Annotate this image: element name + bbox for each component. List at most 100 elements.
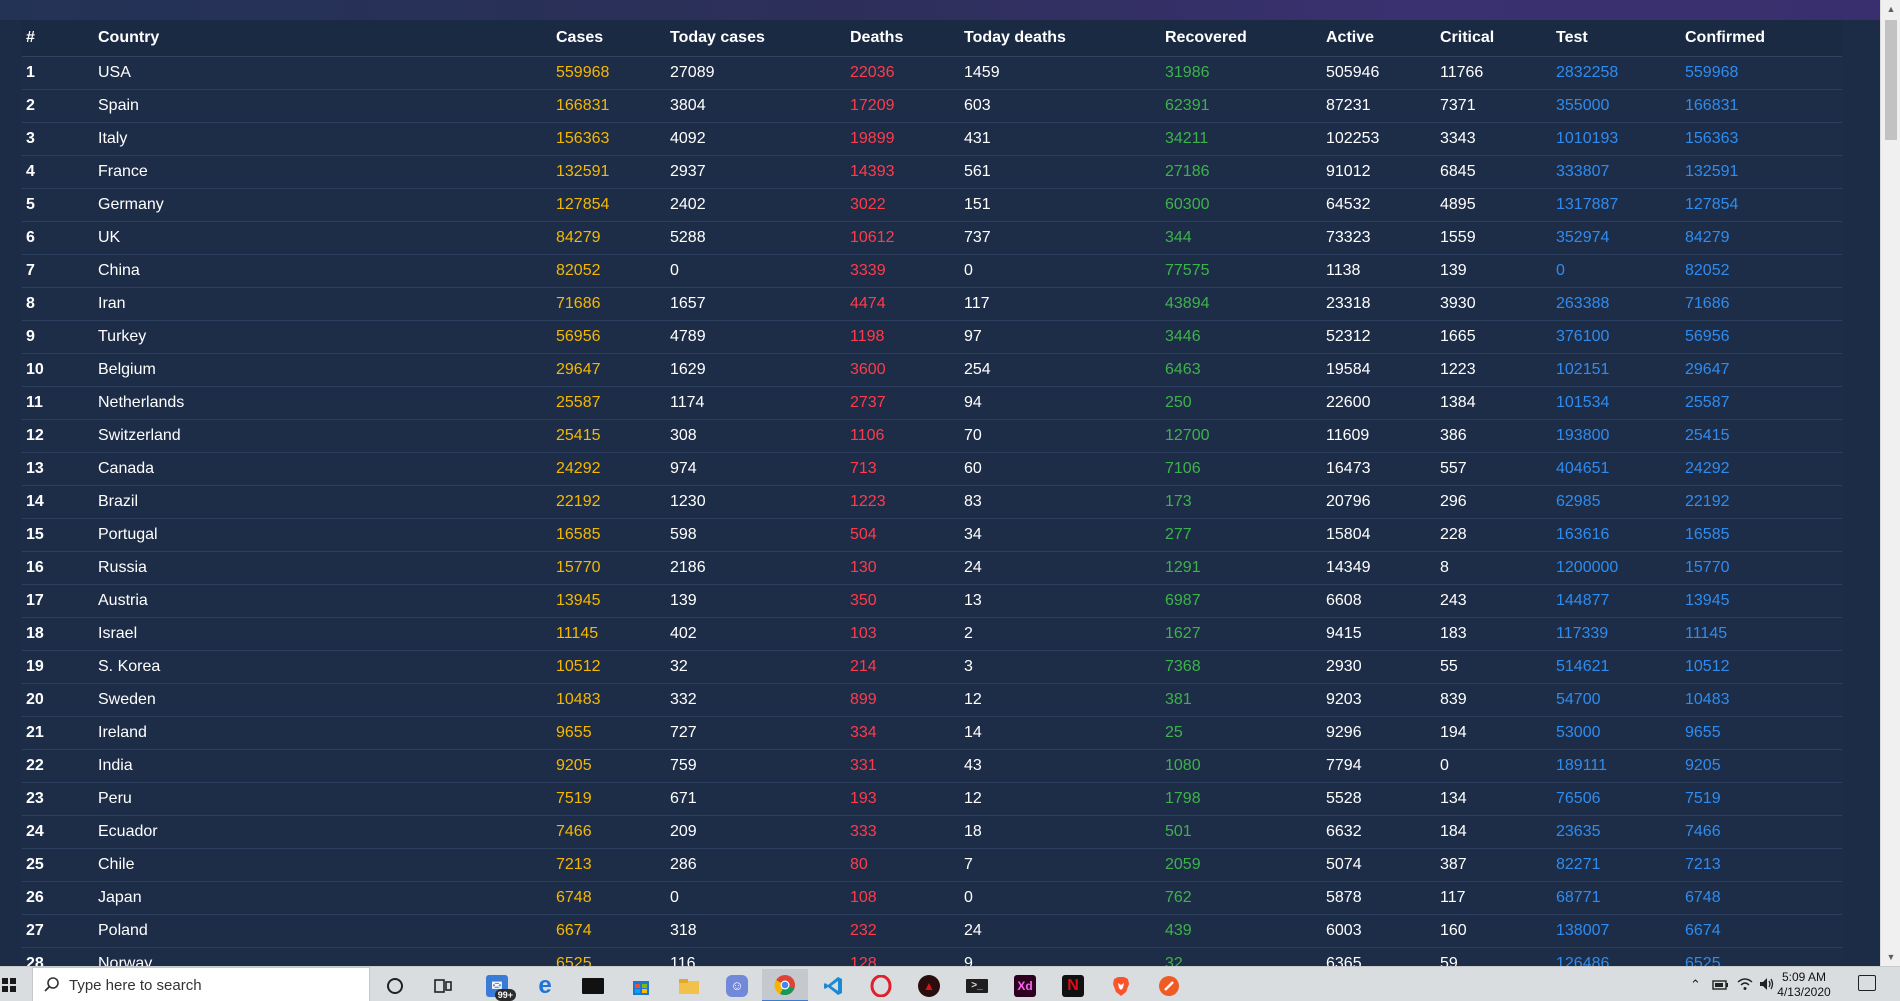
cell-deaths: 3339 — [846, 254, 960, 288]
cell-confirmed: 82052 — [1681, 254, 1842, 288]
cell-recovered: 501 — [1161, 815, 1322, 849]
cortana-button[interactable] — [372, 969, 418, 1001]
cell-country: Poland — [94, 914, 552, 948]
cell-today-cases: 2402 — [666, 188, 846, 222]
game-button[interactable]: ▲ — [906, 969, 952, 1001]
scroll-thumb[interactable] — [1885, 20, 1897, 140]
brave-button[interactable] — [1098, 969, 1144, 1001]
cell-country: Germany — [94, 188, 552, 222]
cell-deaths: 899 — [846, 683, 960, 717]
cell-recovered: 7106 — [1161, 452, 1322, 486]
tray-chevron-up-icon[interactable]: ⌃ — [1690, 977, 1701, 993]
column-header-today-cases[interactable]: Today cases — [666, 20, 846, 57]
cell-confirmed: 559968 — [1681, 56, 1842, 90]
cell-country: Iran — [94, 287, 552, 321]
cell-country: UK — [94, 221, 552, 255]
table-row: 26 Japan 6748 0 108 0 762 5878 117 68771 6748 — [22, 881, 1842, 915]
column-header-recovered[interactable]: Recovered — [1161, 20, 1322, 57]
column-header-cases[interactable]: Cases — [552, 20, 666, 57]
cell-critical: 183 — [1436, 617, 1552, 651]
cell-today-deaths: 2 — [960, 617, 1161, 651]
cell-recovered: 62391 — [1161, 89, 1322, 123]
cell-test: 163616 — [1552, 518, 1681, 552]
mail-button[interactable]: ✉ 99+ — [474, 969, 520, 1001]
cell-num: 22 — [22, 749, 94, 783]
cell-today-deaths: 117 — [960, 287, 1161, 321]
cell-critical: 3343 — [1436, 122, 1552, 156]
cell-active: 64532 — [1322, 188, 1436, 222]
cell-test: 333807 — [1552, 155, 1681, 189]
scroll-down-icon[interactable]: ▼ — [1881, 948, 1900, 966]
chrome-button[interactable] — [762, 969, 808, 1001]
cell-num: 26 — [22, 881, 94, 915]
cell-deaths: 22036 — [846, 56, 960, 90]
cell-test: 189111 — [1552, 749, 1681, 783]
cell-num: 13 — [22, 452, 94, 486]
postman-button[interactable] — [1146, 969, 1192, 1001]
cell-today-deaths: 24 — [960, 914, 1161, 948]
cell-active: 14349 — [1322, 551, 1436, 585]
table-body: 1 USA 559968 27089 22036 1459 31986 505946 11766… — [22, 56, 1842, 981]
taskbar-search-box[interactable]: Type here to search — [32, 967, 370, 1001]
scroll-up-icon[interactable]: ▲ — [1881, 0, 1900, 18]
cell-test: 117339 — [1552, 617, 1681, 651]
cell-active: 102253 — [1322, 122, 1436, 156]
discord-button[interactable]: ☺ — [714, 969, 760, 1001]
powershell-button[interactable]: >_ — [954, 969, 1000, 1001]
column-header-deaths[interactable]: Deaths — [846, 20, 960, 57]
terminal-button[interactable] — [570, 969, 616, 1001]
column-header-confirmed[interactable]: Confirmed — [1681, 20, 1842, 57]
column-header-country[interactable]: Country — [94, 20, 552, 57]
cell-num: 7 — [22, 254, 94, 288]
cell-recovered: 25 — [1161, 716, 1322, 750]
cell-critical: 387 — [1436, 848, 1552, 882]
cell-active: 91012 — [1322, 155, 1436, 189]
netflix-button[interactable]: N — [1050, 969, 1096, 1001]
covid-table-container: # Country Cases Today cases Deaths Today deat… — [22, 20, 1842, 981]
table-row: 23 Peru 7519 671 193 12 1798 5528 134 76506 7519 — [22, 782, 1842, 816]
edge-button[interactable]: e — [522, 969, 568, 1001]
cell-today-deaths: 561 — [960, 155, 1161, 189]
wifi-icon[interactable] — [1736, 976, 1754, 992]
cell-cases: 82052 — [552, 254, 666, 288]
start-button[interactable] — [0, 967, 30, 1001]
cell-critical: 296 — [1436, 485, 1552, 519]
store-button[interactable] — [618, 969, 664, 1001]
cell-test: 1200000 — [1552, 551, 1681, 585]
cell-today-cases: 1629 — [666, 353, 846, 387]
cell-deaths: 504 — [846, 518, 960, 552]
cell-test: 23635 — [1552, 815, 1681, 849]
battery-icon[interactable] — [1712, 978, 1730, 992]
cell-today-deaths: 94 — [960, 386, 1161, 420]
cell-today-cases: 727 — [666, 716, 846, 750]
file-explorer-button[interactable] — [666, 969, 712, 1001]
column-header-today-deaths[interactable]: Today deaths — [960, 20, 1161, 57]
vscode-button[interactable] — [810, 969, 856, 1001]
opera-button[interactable] — [858, 969, 904, 1001]
table-row: 15 Portugal 16585 598 504 34 277 15804 228 163616… — [22, 518, 1842, 552]
cell-recovered: 439 — [1161, 914, 1322, 948]
taskbar-clock[interactable]: 5:09 AM 4/13/2020 — [1769, 970, 1839, 1000]
notification-center-icon[interactable] — [1858, 975, 1876, 991]
cell-test: 376100 — [1552, 320, 1681, 354]
postman-icon — [1159, 975, 1179, 996]
column-header-num[interactable]: # — [22, 20, 94, 57]
table-row: 21 Ireland 9655 727 334 14 25 9296 194 53000 9655 — [22, 716, 1842, 750]
cell-num: 21 — [22, 716, 94, 750]
column-header-active[interactable]: Active — [1322, 20, 1436, 57]
column-header-critical[interactable]: Critical — [1436, 20, 1552, 57]
cell-recovered: 173 — [1161, 485, 1322, 519]
cell-active: 15804 — [1322, 518, 1436, 552]
vertical-scrollbar[interactable]: ▲ ▼ — [1880, 0, 1900, 966]
cell-cases: 156363 — [552, 122, 666, 156]
adobe-xd-button[interactable]: Xd — [1002, 969, 1048, 1001]
cell-test: 144877 — [1552, 584, 1681, 618]
cell-cases: 132591 — [552, 155, 666, 189]
cell-today-cases: 308 — [666, 419, 846, 453]
column-header-test[interactable]: Test — [1552, 20, 1681, 57]
cell-cases: 166831 — [552, 89, 666, 123]
cell-deaths: 3022 — [846, 188, 960, 222]
cell-country: Russia — [94, 551, 552, 585]
cell-today-cases: 0 — [666, 881, 846, 915]
task-view-button[interactable] — [420, 969, 466, 1001]
